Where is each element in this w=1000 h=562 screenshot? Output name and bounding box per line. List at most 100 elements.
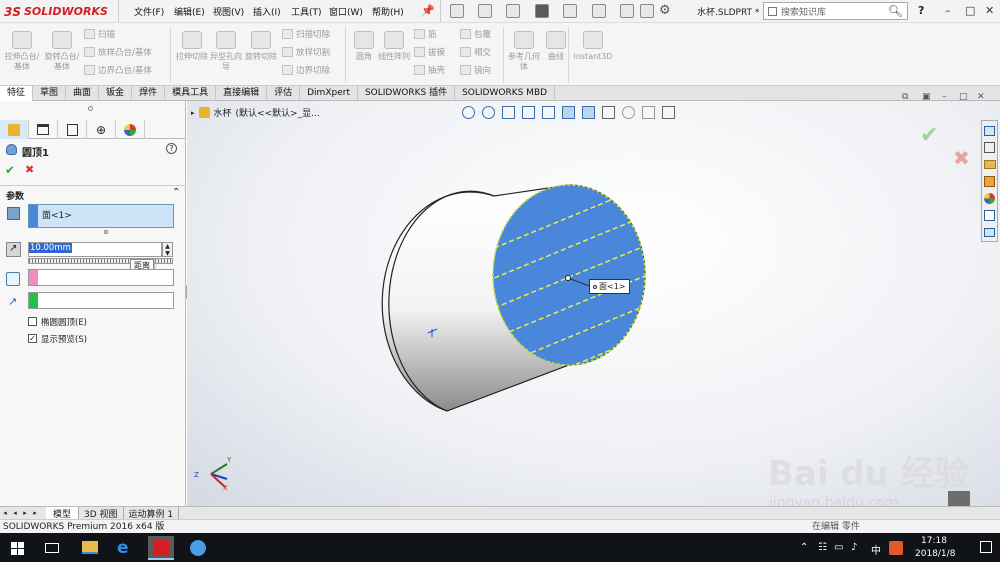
last-tab-arrow-icon[interactable]: ▸: [30, 509, 40, 517]
sweep-cut-button[interactable]: 扫描切除: [282, 27, 344, 41]
tab-mold-tools[interactable]: 模具工具: [165, 86, 217, 101]
menu-help[interactable]: 帮助(H): [372, 5, 404, 18]
print-icon[interactable]: [535, 4, 549, 18]
tab-sketch[interactable]: 草图: [33, 86, 67, 101]
linear-pattern-button[interactable]: 线性阵列: [376, 31, 412, 83]
parameters-section-header[interactable]: 参数 ⌃: [0, 185, 186, 202]
revolve-boss-button[interactable]: 旋转凸台/基体: [44, 31, 80, 83]
tab-surfaces[interactable]: 曲面: [66, 86, 100, 101]
tab-dimxpert[interactable]: DimXpert: [300, 86, 358, 101]
ok-button[interactable]: ✔: [5, 163, 15, 177]
file-properties-icon[interactable]: [640, 4, 654, 18]
ime-indicator[interactable]: 中: [871, 542, 881, 557]
volume-icon[interactable]: ♪: [851, 542, 857, 553]
property-manager-tab[interactable]: [29, 120, 58, 139]
selected-face-item[interactable]: 面<1>: [42, 208, 72, 221]
hole-wizard-button[interactable]: 异型孔向导: [208, 31, 244, 83]
collapse-chevron-icon[interactable]: ⌃: [172, 187, 180, 198]
confirm-corner-ok-icon[interactable]: ✔: [920, 123, 938, 148]
minimize-button[interactable]: –: [945, 4, 951, 17]
tab-3d-views[interactable]: 3D 视图: [79, 506, 124, 520]
tab-weldments[interactable]: 焊件: [132, 86, 166, 101]
solidworks-logo[interactable]: 3S SOLIDWORKS: [4, 3, 112, 20]
action-center-icon[interactable]: [980, 541, 992, 553]
boundary-boss-button[interactable]: 边界凸台/基体: [84, 63, 168, 77]
maximize-button[interactable]: □: [965, 4, 975, 17]
instant3d-button[interactable]: Instant3D: [572, 31, 614, 83]
panel-grip-icon[interactable]: [88, 106, 93, 111]
reference-geometry-button[interactable]: 参考几何体: [506, 31, 542, 83]
clock-date[interactable]: 2018/1/8: [915, 549, 955, 559]
menu-file[interactable]: 文件(F): [134, 5, 164, 18]
appearances-icon[interactable]: [982, 191, 997, 206]
tab-addins[interactable]: SOLIDWORKS 插件: [358, 86, 456, 101]
distance-value[interactable]: 10.00mm: [29, 243, 72, 253]
help-icon[interactable]: ?: [918, 4, 924, 17]
save-icon[interactable]: [506, 4, 520, 18]
graphics-area[interactable]: ▸ 水杯 (默认<<默认>_显... ⧉ ▣ – □ ✕ 面<1> Y Z X …: [187, 92, 1000, 511]
mirror-button[interactable]: 镜向: [460, 63, 500, 77]
prev-tab-arrow-icon[interactable]: ◂: [10, 509, 20, 517]
pin-icon[interactable]: 📌: [421, 4, 435, 17]
sweep-button[interactable]: 扫描: [84, 27, 168, 41]
search-scope-icon[interactable]: [768, 6, 777, 16]
home-icon[interactable]: [982, 123, 997, 138]
edge-browser-icon[interactable]: e: [117, 538, 129, 558]
wrap-button[interactable]: 包覆: [460, 27, 500, 41]
search-knowledge-base[interactable]: 搜索知识库 🔍︎: [763, 2, 908, 20]
show-hidden-icons[interactable]: ⌃: [800, 542, 808, 553]
tab-direct-editing[interactable]: 直接编辑: [216, 86, 268, 101]
close-button[interactable]: ✕: [985, 4, 994, 17]
revolve-cut-button[interactable]: 旋转切除: [243, 31, 279, 83]
search-input[interactable]: 搜索知识库: [781, 5, 826, 18]
battery-icon[interactable]: ▭: [834, 542, 843, 553]
display-manager-tab[interactable]: [116, 120, 145, 139]
options-gear-icon[interactable]: ⚙: [659, 3, 671, 18]
file-explorer-icon[interactable]: [982, 157, 997, 172]
extrude-boss-button[interactable]: 拉伸凸台/基体: [4, 31, 40, 83]
tab-features[interactable]: 特征: [0, 86, 34, 101]
tab-mbd[interactable]: SOLIDWORKS MBD: [455, 86, 556, 101]
snipping-tool-icon[interactable]: [190, 540, 206, 556]
direction-selection-box[interactable]: [28, 292, 174, 309]
elliptical-dome-checkbox[interactable]: [28, 317, 37, 326]
search-icon[interactable]: 🔍︎: [888, 4, 903, 18]
network-icon[interactable]: ☷: [818, 542, 827, 553]
face-selection-box[interactable]: 面<1>: [28, 204, 174, 228]
menu-view[interactable]: 视图(V): [213, 5, 244, 18]
configuration-manager-tab[interactable]: [58, 120, 87, 139]
rebuild-icon[interactable]: [620, 4, 634, 18]
open-icon[interactable]: [478, 4, 492, 18]
tab-motion-study[interactable]: 运动算例 1: [124, 506, 180, 520]
clock-time[interactable]: 17:18: [921, 536, 947, 546]
menu-window[interactable]: 窗口(W): [329, 5, 363, 18]
menu-insert[interactable]: 插入(I): [253, 5, 281, 18]
extrude-cut-button[interactable]: 拉伸切除: [174, 31, 210, 83]
loft-boss-button[interactable]: 放样凸台/基体: [84, 45, 168, 59]
menu-edit[interactable]: 编辑(E): [174, 5, 205, 18]
view-palette-icon[interactable]: [982, 174, 997, 189]
shell-button[interactable]: 抽壳: [414, 63, 454, 77]
face-callout-label[interactable]: 面<1>: [589, 279, 630, 294]
undo-icon[interactable]: [563, 4, 577, 18]
constraint-selection-box[interactable]: [28, 269, 174, 286]
tab-evaluate[interactable]: 评估: [267, 86, 301, 101]
task-view-icon[interactable]: [45, 543, 59, 553]
show-preview-checkbox[interactable]: ✓: [28, 334, 37, 343]
help-icon-panel[interactable]: ?: [166, 143, 177, 154]
feature-manager-tab[interactable]: [0, 120, 29, 139]
design-library-icon[interactable]: [982, 140, 997, 155]
sogou-input-icon[interactable]: [889, 541, 903, 555]
tab-sheet-metal[interactable]: 钣金: [99, 86, 133, 101]
constraint-point-icon[interactable]: [6, 272, 20, 286]
select-icon[interactable]: [592, 4, 606, 18]
file-explorer-taskbar-icon[interactable]: [82, 541, 98, 554]
custom-properties-icon[interactable]: [982, 208, 997, 223]
list-grip-icon[interactable]: [104, 230, 108, 234]
draft-button[interactable]: 拔模: [414, 45, 454, 59]
forum-icon[interactable]: [982, 225, 997, 240]
confirm-corner-cancel-icon[interactable]: ✖: [953, 146, 970, 170]
windows-start-icon[interactable]: [11, 542, 24, 555]
solidworks-taskbar-button[interactable]: [148, 536, 174, 560]
cancel-button[interactable]: ✖: [25, 163, 34, 176]
